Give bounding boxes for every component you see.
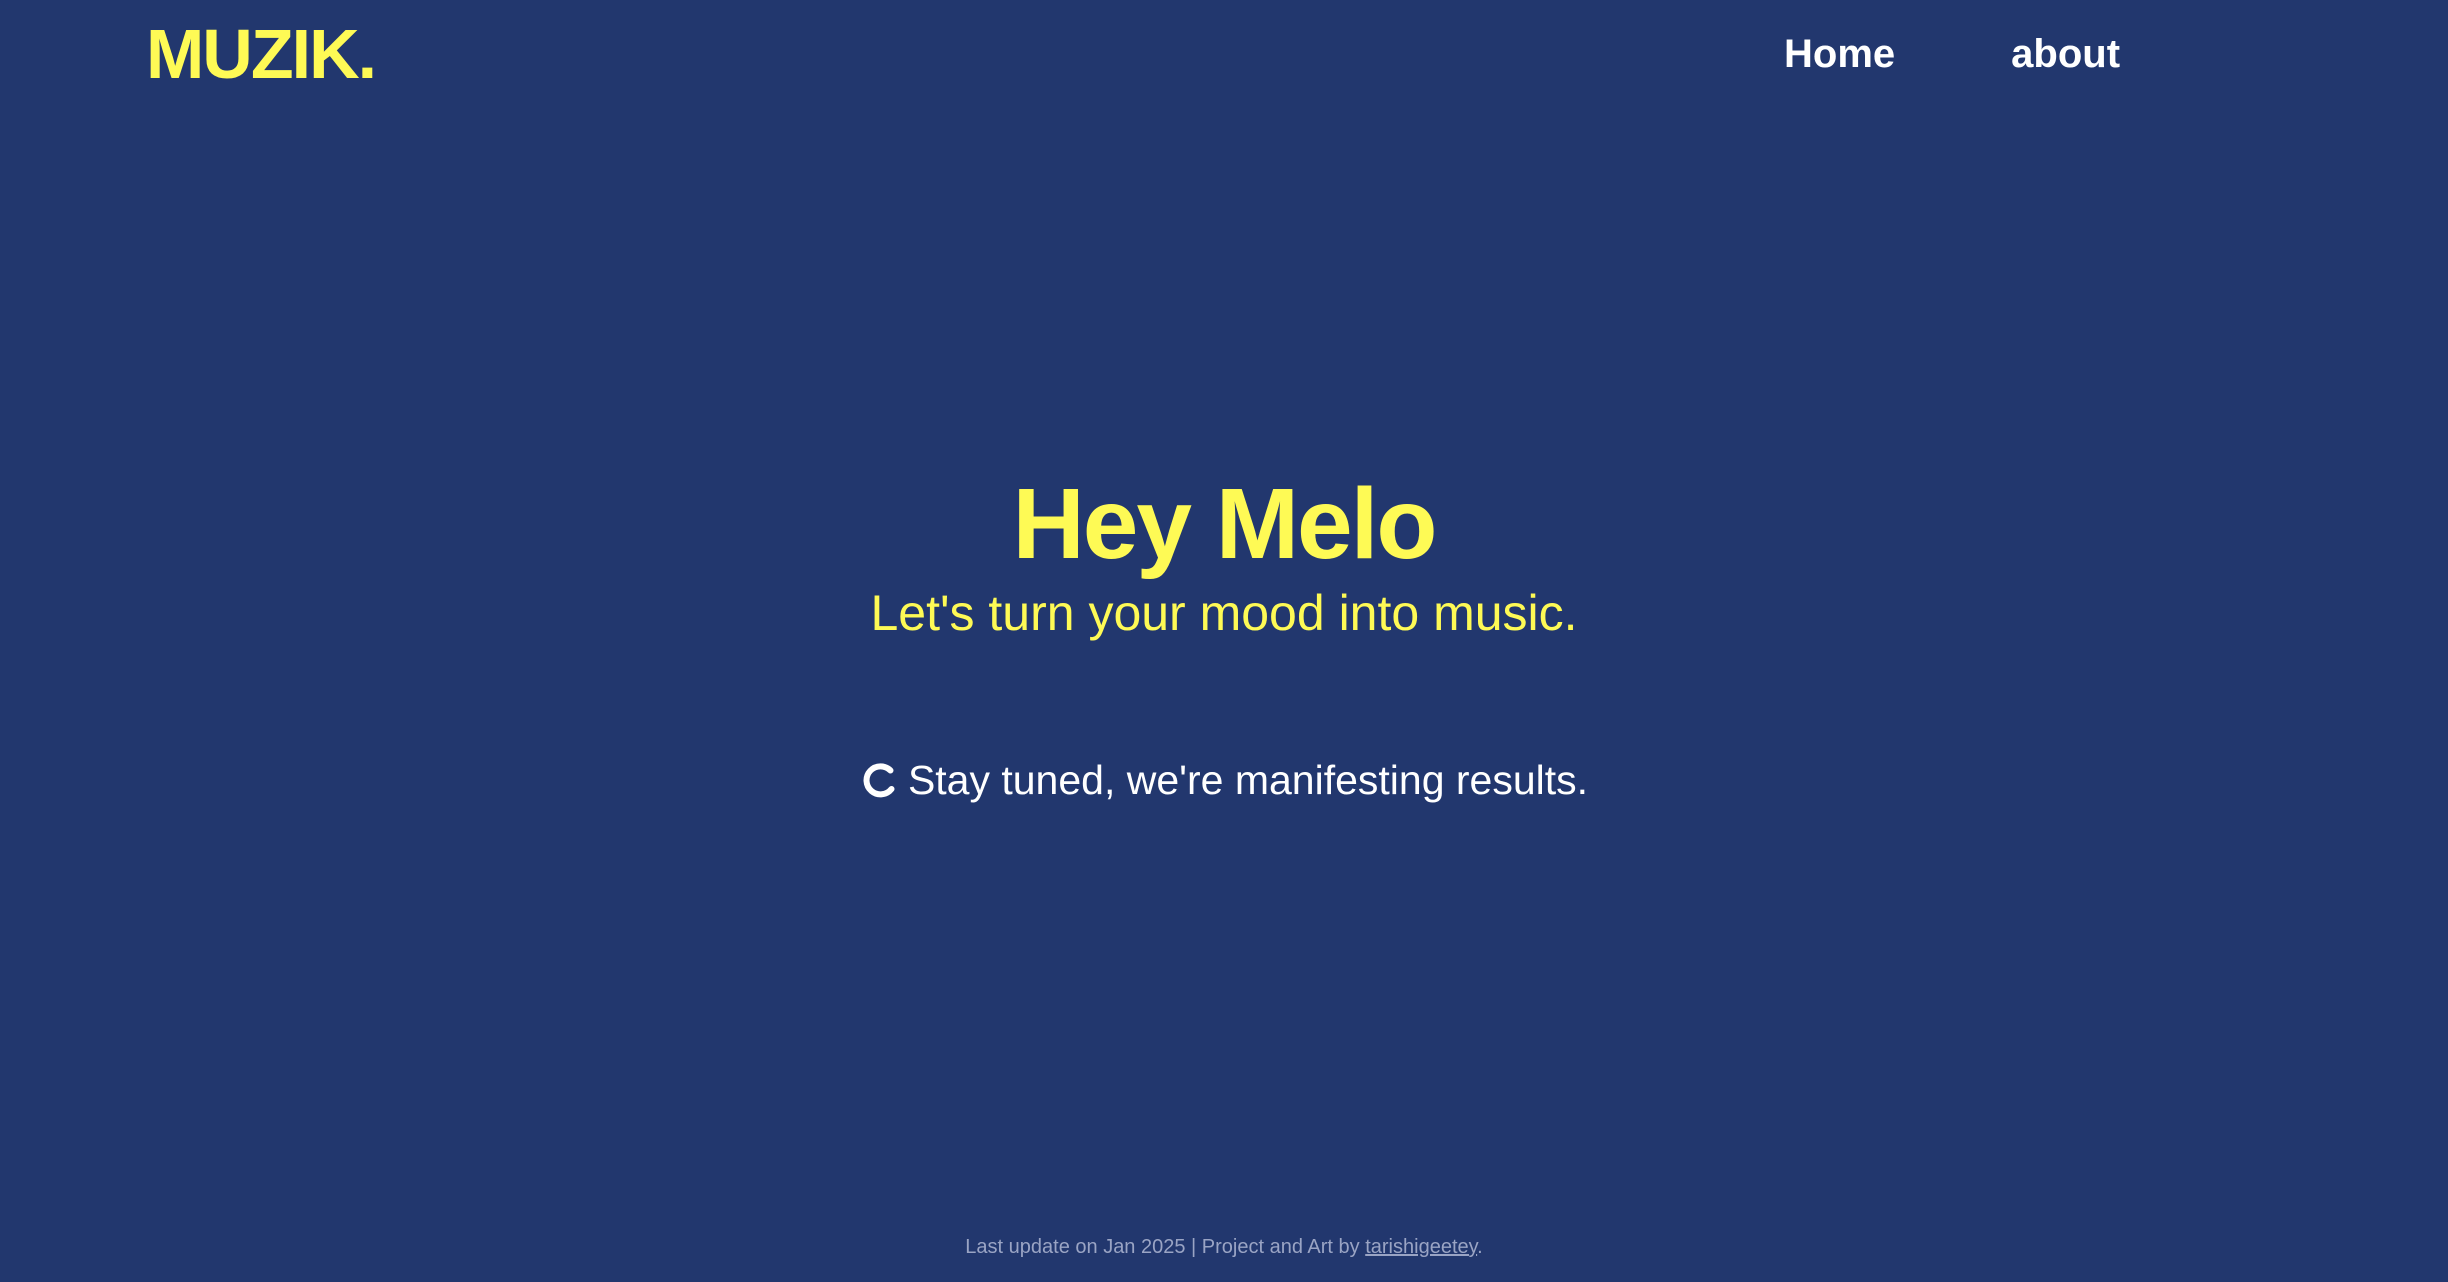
status-text: Stay tuned, we're manifesting results. bbox=[907, 757, 1589, 803]
brand-logo[interactable]: MUZIK. bbox=[146, 14, 377, 94]
loading-status: Stay tuned, we're manifesting results. bbox=[0, 750, 2448, 810]
top-nav: Home about bbox=[1784, 26, 2120, 82]
hero: Hey Melo Let's turn your mood into music… bbox=[0, 464, 2448, 644]
nav-link-about[interactable]: about bbox=[2011, 26, 2120, 82]
hero-title: Hey Melo bbox=[1012, 468, 1437, 580]
nav-link-home[interactable]: Home bbox=[1784, 26, 1895, 82]
footer-text: Last update on Jan 2025 | Project and Ar… bbox=[965, 1236, 1366, 1258]
loading-spinner-icon bbox=[860, 761, 898, 799]
footer-author-link[interactable]: tarishigeetey bbox=[1365, 1236, 1477, 1258]
hero-subtitle: Let's turn your mood into music. bbox=[870, 585, 1578, 641]
footer-suffix: . bbox=[1477, 1236, 1483, 1258]
footer: Last update on Jan 2025 | Project and Ar… bbox=[0, 1232, 2448, 1262]
